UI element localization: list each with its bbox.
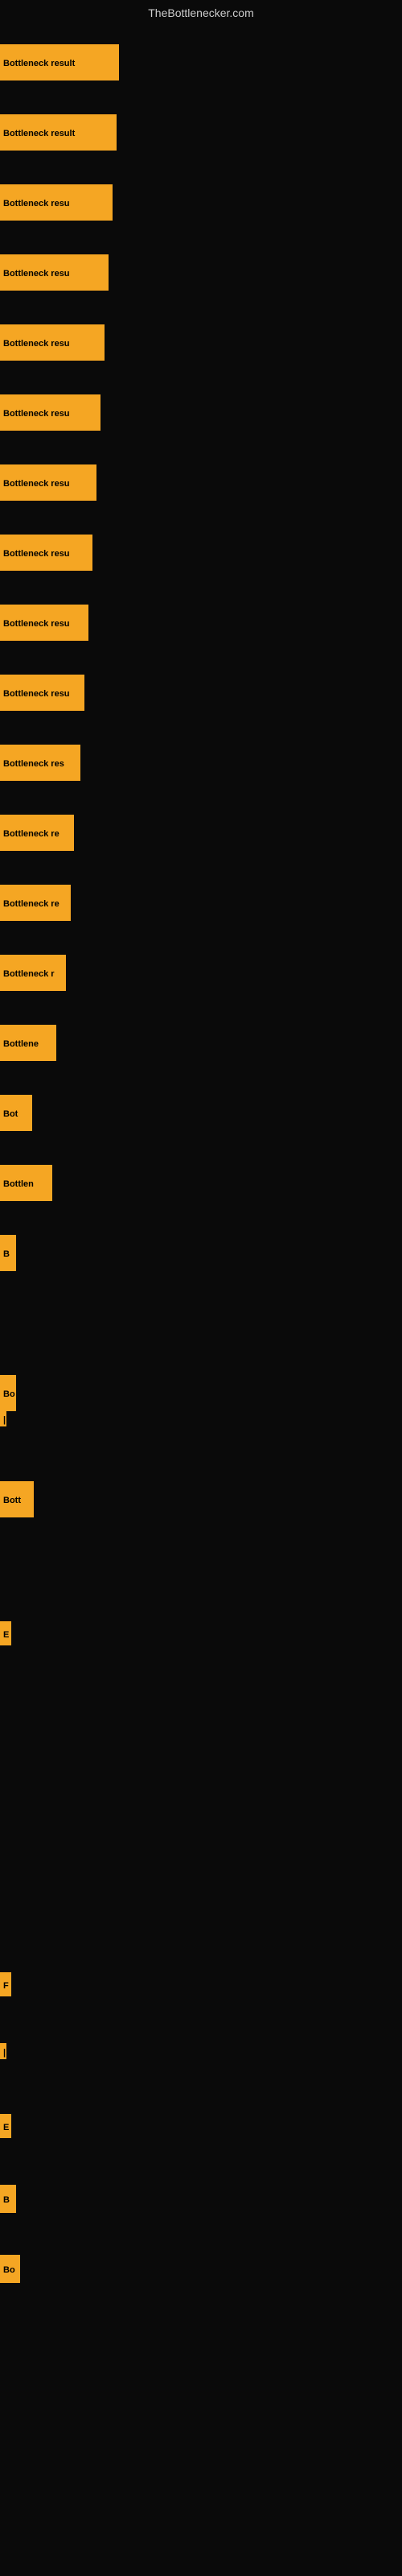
bar-label-4: Bottleneck resu xyxy=(0,324,105,361)
bar-label-8: Bottleneck resu xyxy=(0,605,88,641)
bar-label-16: Bottlen xyxy=(0,1165,52,1201)
bar-label-3: Bottleneck resu xyxy=(0,254,109,291)
bar-item-14: Bottlene xyxy=(0,1025,56,1061)
bar-item-20: Bott xyxy=(0,1481,34,1517)
bar-label-0: Bottleneck result xyxy=(0,44,119,80)
bar-label-11: Bottleneck re xyxy=(0,815,74,851)
bar-item-26: Bo xyxy=(0,2255,20,2283)
bar-item-5: Bottleneck resu xyxy=(0,394,100,431)
bar-item-6: Bottleneck resu xyxy=(0,464,96,501)
site-header: TheBottlenecker.com xyxy=(0,0,402,23)
bar-item-0: Bottleneck result xyxy=(0,44,119,80)
bar-label-13: Bottleneck r xyxy=(0,955,66,991)
bar-item-16: Bottlen xyxy=(0,1165,52,1201)
bar-label-2: Bottleneck resu xyxy=(0,184,113,221)
bar-label-5: Bottleneck resu xyxy=(0,394,100,431)
site-title: TheBottlenecker.com xyxy=(148,6,254,19)
bar-item-12: Bottleneck re xyxy=(0,885,71,921)
bar-label-10: Bottleneck res xyxy=(0,745,80,781)
bar-item-23: | xyxy=(0,2043,6,2059)
bar-item-22: F xyxy=(0,1972,11,1996)
bar-item-18: Bo xyxy=(0,1375,16,1411)
bar-item-19: | xyxy=(0,1410,6,1426)
bar-item-9: Bottleneck resu xyxy=(0,675,84,711)
bar-label-14: Bottlene xyxy=(0,1025,56,1061)
bar-item-8: Bottleneck resu xyxy=(0,605,88,641)
bar-item-1: Bottleneck result xyxy=(0,114,117,151)
bar-item-17: B xyxy=(0,1235,16,1271)
bar-label-12: Bottleneck re xyxy=(0,885,71,921)
bar-label-20: Bott xyxy=(0,1481,34,1517)
bar-label-19: | xyxy=(0,1410,6,1426)
bar-label-26: Bo xyxy=(0,2255,20,2283)
bar-label-9: Bottleneck resu xyxy=(0,675,84,711)
bar-label-17: B xyxy=(0,1235,16,1271)
bar-label-1: Bottleneck result xyxy=(0,114,117,151)
bar-label-7: Bottleneck resu xyxy=(0,535,92,571)
bar-label-22: F xyxy=(0,1972,11,1996)
bar-item-25: B xyxy=(0,2185,16,2213)
bar-item-15: Bot xyxy=(0,1095,32,1131)
bar-item-10: Bottleneck res xyxy=(0,745,80,781)
bar-item-13: Bottleneck r xyxy=(0,955,66,991)
bar-label-18: Bo xyxy=(0,1375,16,1411)
bar-item-7: Bottleneck resu xyxy=(0,535,92,571)
bar-item-21: E xyxy=(0,1621,11,1645)
bar-label-23: | xyxy=(0,2043,6,2059)
bar-item-11: Bottleneck re xyxy=(0,815,74,851)
bar-label-6: Bottleneck resu xyxy=(0,464,96,501)
bar-item-24: E xyxy=(0,2114,11,2138)
bar-label-24: E xyxy=(0,2114,11,2138)
bar-label-25: B xyxy=(0,2185,16,2213)
bar-item-3: Bottleneck resu xyxy=(0,254,109,291)
bar-item-4: Bottleneck resu xyxy=(0,324,105,361)
bar-item-2: Bottleneck resu xyxy=(0,184,113,221)
bar-label-15: Bot xyxy=(0,1095,32,1131)
bar-label-21: E xyxy=(0,1621,11,1645)
